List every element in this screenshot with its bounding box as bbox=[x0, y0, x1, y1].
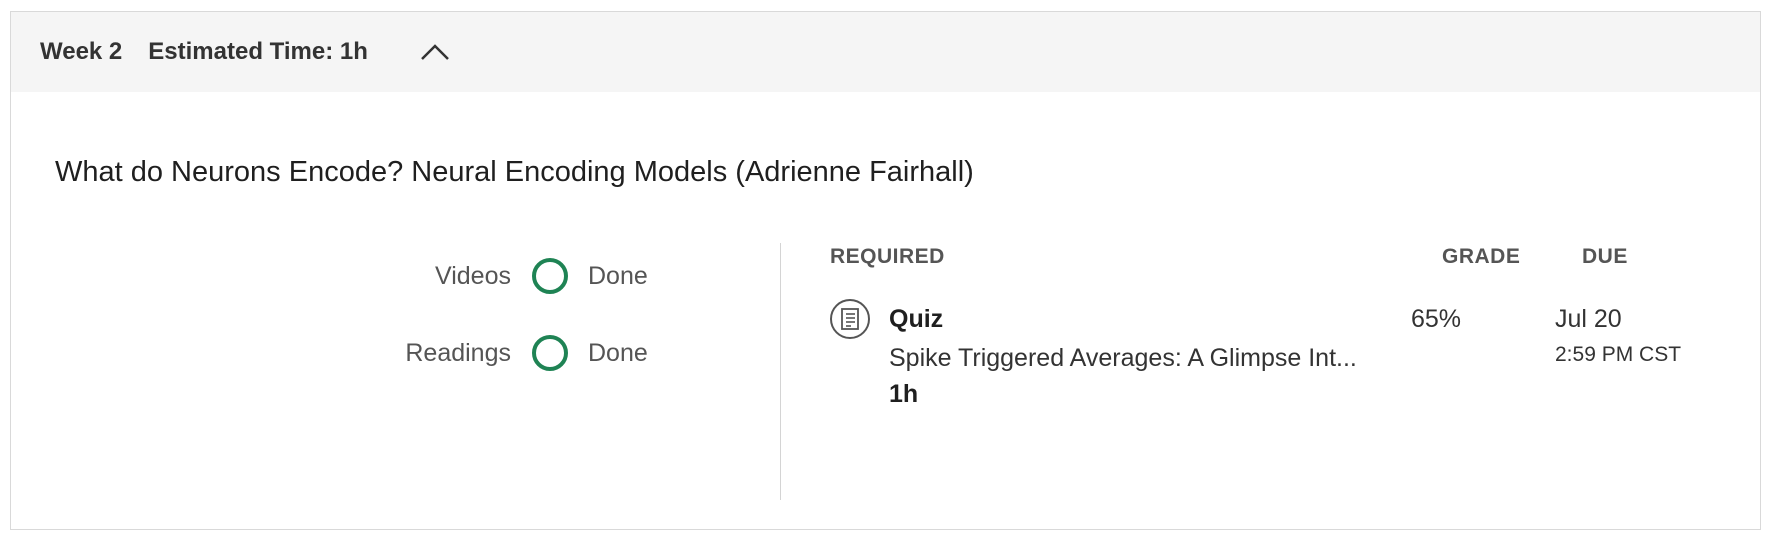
progress-label: Videos bbox=[435, 261, 511, 290]
header-grade: GRADE bbox=[1442, 245, 1521, 268]
column-divider bbox=[780, 243, 781, 500]
item-duration: 1h bbox=[889, 380, 919, 408]
week-card: Week 2 Estimated Time: 1h What do Neuron… bbox=[10, 11, 1761, 530]
progress-status: Done bbox=[588, 261, 648, 290]
item-name-link[interactable]: Spike Triggered Averages: A Glimpse Int.… bbox=[889, 344, 1389, 373]
progress-circle-icon bbox=[532, 335, 568, 371]
progress-label: Readings bbox=[405, 338, 511, 367]
progress-row-videos: Videos Done bbox=[311, 258, 648, 294]
header-due: DUE bbox=[1582, 245, 1628, 268]
week-label: Week 2 bbox=[40, 38, 123, 65]
header-required: REQUIRED bbox=[830, 245, 945, 268]
progress-circle-icon bbox=[532, 258, 568, 294]
item-type: Quiz bbox=[889, 305, 944, 333]
module-title: What do Neurons Encode? Neural Encoding … bbox=[55, 156, 974, 188]
collapse-toggle-button[interactable] bbox=[418, 35, 452, 69]
week-header[interactable]: Week 2 Estimated Time: 1h bbox=[11, 12, 1760, 92]
item-grade: 65% bbox=[1411, 305, 1462, 333]
chevron-up-icon bbox=[421, 44, 449, 60]
progress-row-readings: Readings Done bbox=[311, 335, 648, 371]
item-due-date: Jul 20 bbox=[1555, 305, 1622, 333]
quiz-document-icon bbox=[830, 299, 870, 339]
item-due-time: 2:59 PM CST bbox=[1555, 343, 1682, 366]
estimated-time: Estimated Time: 1h bbox=[148, 38, 368, 65]
progress-status: Done bbox=[588, 338, 648, 367]
